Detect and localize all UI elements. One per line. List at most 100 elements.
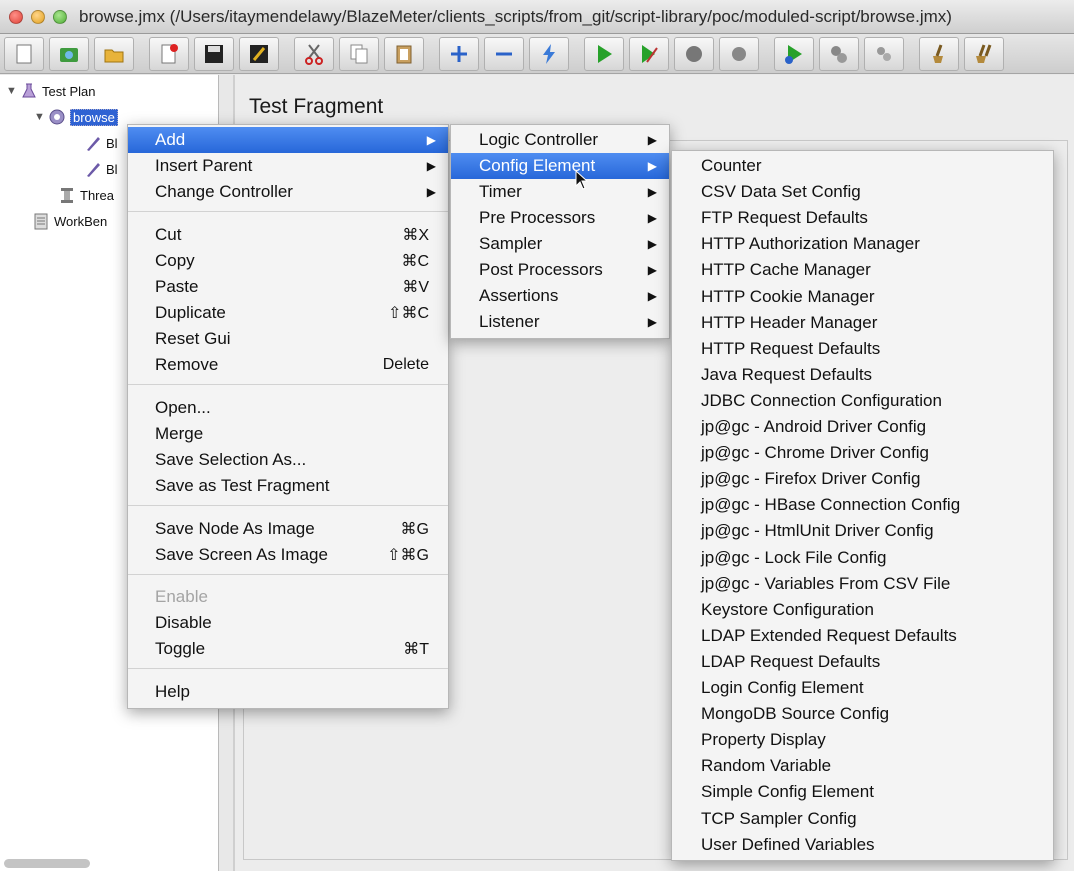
- config-item-user-defined-variables[interactable]: User Defined Variables: [672, 832, 1053, 858]
- menu-item-shortcut: ⌘G: [400, 521, 429, 538]
- remote-start-button[interactable]: [774, 36, 814, 71]
- close-window-button[interactable]: [9, 9, 23, 24]
- open-button[interactable]: [94, 36, 134, 71]
- config-item-csv-data-set-config[interactable]: CSV Data Set Config: [672, 179, 1053, 205]
- menu-item-save-screen-as-image[interactable]: Save Screen As Image ⇧⌘G: [128, 542, 448, 568]
- config-item-jp-gc-hbase-connection-config[interactable]: jp@gc - HBase Connection Config: [672, 492, 1053, 518]
- submenu-item-listener[interactable]: Listener ▶: [451, 309, 669, 335]
- menu-item-copy[interactable]: Copy ⌘C: [128, 248, 448, 274]
- templates-button[interactable]: [49, 36, 89, 71]
- config-item-tcp-sampler-config[interactable]: TCP Sampler Config: [672, 806, 1053, 832]
- submenu-item-pre-processors[interactable]: Pre Processors ▶: [451, 205, 669, 231]
- config-item-random-variable[interactable]: Random Variable: [672, 753, 1053, 779]
- submenu-item-config-element[interactable]: Config Element ▶: [451, 153, 669, 179]
- menu-item-remove[interactable]: Remove Delete: [128, 352, 448, 378]
- config-item-ldap-request-defaults[interactable]: LDAP Request Defaults: [672, 649, 1053, 675]
- submenu-item-logic-controller[interactable]: Logic Controller ▶: [451, 127, 669, 153]
- expand-arrow-icon[interactable]: ▼: [34, 111, 48, 123]
- tree-node-test-plan[interactable]: ▼ Test Plan: [6, 81, 95, 101]
- config-item-ldap-extended-request-defaults[interactable]: LDAP Extended Request Defaults: [672, 623, 1053, 649]
- submenu-arrow-icon: ▶: [647, 185, 657, 199]
- submenu-item-assertions[interactable]: Assertions ▶: [451, 283, 669, 309]
- add-submenu: Logic Controller ▶ Config Element ▶ Timer ▶ Pr…: [450, 124, 670, 339]
- menu-item-enable: Enable: [128, 584, 448, 610]
- menu-item-disable[interactable]: Disable: [128, 610, 448, 636]
- stop-button[interactable]: [674, 36, 714, 71]
- toggle-button[interactable]: [529, 36, 569, 71]
- menu-item-add[interactable]: Add ▶: [128, 127, 448, 153]
- config-item-http-header-manager[interactable]: HTTP Header Manager: [672, 310, 1053, 336]
- menu-item-save-selection-as[interactable]: Save Selection As...: [128, 447, 448, 473]
- close-button[interactable]: [149, 36, 189, 71]
- remote-shutdown-button[interactable]: [864, 36, 904, 71]
- menu-separator: [128, 505, 448, 506]
- config-item-login-config-element[interactable]: Login Config Element: [672, 675, 1053, 701]
- start-no-pause-button[interactable]: [629, 36, 669, 71]
- menu-item-label: jp@gc - Variables From CSV File: [701, 573, 951, 593]
- save-as-button[interactable]: [239, 36, 279, 71]
- menu-item-open[interactable]: Open...: [128, 395, 448, 421]
- menu-item-label: jp@gc - Android Driver Config: [701, 417, 927, 436]
- menu-item-insert-parent[interactable]: Insert Parent ▶: [128, 153, 448, 179]
- menu-item-reset-gui[interactable]: Reset Gui: [128, 326, 448, 352]
- menu-item-change-controller[interactable]: Change Controller ▶: [128, 179, 448, 205]
- tree-node-child-2[interactable]: Bl: [84, 159, 118, 179]
- config-item-jp-gc-firefox-driver-config[interactable]: jp@gc - Firefox Driver Config: [672, 466, 1053, 492]
- config-item-jdbc-connection-configuration[interactable]: JDBC Connection Configuration: [672, 388, 1053, 414]
- menu-item-toggle[interactable]: Toggle ⌘T: [128, 636, 448, 662]
- shutdown-button[interactable]: [719, 36, 759, 71]
- start-button[interactable]: [584, 36, 624, 71]
- menu-item-label: Save Screen As Image: [155, 545, 328, 564]
- config-item-counter[interactable]: Counter: [672, 153, 1053, 179]
- toggle-icon: [543, 43, 555, 64]
- collapse-button[interactable]: [484, 36, 524, 71]
- remote-stop-button[interactable]: [819, 36, 859, 71]
- menu-item-label: Disable: [155, 613, 212, 632]
- config-item-jp-gc-variables-from-csv-file[interactable]: jp@gc - Variables From CSV File: [672, 571, 1053, 597]
- menu-item-merge[interactable]: Merge: [128, 421, 448, 447]
- paste-button[interactable]: [384, 36, 424, 71]
- clear-button[interactable]: [919, 36, 959, 71]
- config-item-ftp-request-defaults[interactable]: FTP Request Defaults: [672, 205, 1053, 231]
- submenu-item-sampler[interactable]: Sampler ▶: [451, 231, 669, 257]
- cut-button[interactable]: [294, 36, 334, 71]
- zoom-window-button[interactable]: [53, 9, 67, 24]
- menu-item-cut[interactable]: Cut ⌘X: [128, 222, 448, 248]
- horizontal-scrollbar[interactable]: [4, 859, 90, 868]
- expand-icon: [451, 45, 467, 62]
- config-item-jp-gc-android-driver-config[interactable]: jp@gc - Android Driver Config: [672, 414, 1053, 440]
- menu-item-label: HTTP Cookie Manager: [701, 286, 875, 306]
- clear-all-button[interactable]: [964, 36, 1004, 71]
- config-item-jp-gc-chrome-driver-config[interactable]: jp@gc - Chrome Driver Config: [672, 440, 1053, 466]
- config-item-simple-config-element[interactable]: Simple Config Element: [672, 779, 1053, 805]
- config-item-keystore-configuration[interactable]: Keystore Configuration: [672, 597, 1053, 623]
- copy-button[interactable]: [339, 36, 379, 71]
- expand-arrow-icon[interactable]: ▼: [6, 85, 20, 97]
- tree-node-workbench[interactable]: WorkBen: [32, 211, 107, 231]
- config-item-jp-gc-htmlunit-driver-config[interactable]: jp@gc - HtmlUnit Driver Config: [672, 518, 1053, 544]
- new-button[interactable]: [4, 36, 44, 71]
- config-item-property-display[interactable]: Property Display: [672, 727, 1053, 753]
- tree-node-child-1[interactable]: Bl: [84, 133, 118, 153]
- menu-item-label: JDBC Connection Configuration: [701, 390, 942, 410]
- tree-node-thread-group[interactable]: Threa: [58, 185, 114, 205]
- minimize-window-button[interactable]: [31, 9, 45, 24]
- config-item-http-authorization-manager[interactable]: HTTP Authorization Manager: [672, 231, 1053, 257]
- config-item-http-cache-manager[interactable]: HTTP Cache Manager: [672, 257, 1053, 283]
- menu-item-paste[interactable]: Paste ⌘V: [128, 274, 448, 300]
- config-item-jp-gc-lock-file-config[interactable]: jp@gc - Lock File Config: [672, 545, 1053, 571]
- config-item-mongodb-source-config[interactable]: MongoDB Source Config: [672, 701, 1053, 727]
- config-item-http-request-defaults[interactable]: HTTP Request Defaults: [672, 336, 1053, 362]
- menu-item-save-as-test-fragment[interactable]: Save as Test Fragment: [128, 473, 448, 499]
- menu-item-save-node-as-image[interactable]: Save Node As Image ⌘G: [128, 516, 448, 542]
- submenu-item-timer[interactable]: Timer ▶: [451, 179, 669, 205]
- menu-item-label: CSV Data Set Config: [701, 182, 861, 202]
- expand-button[interactable]: [439, 36, 479, 71]
- save-button[interactable]: [194, 36, 234, 71]
- config-item-java-request-defaults[interactable]: Java Request Defaults: [672, 362, 1053, 388]
- config-item-http-cookie-manager[interactable]: HTTP Cookie Manager: [672, 284, 1053, 310]
- tree-node-browse[interactable]: ▼ browse: [34, 107, 118, 127]
- menu-item-help[interactable]: Help: [128, 679, 448, 705]
- submenu-item-post-processors[interactable]: Post Processors ▶: [451, 257, 669, 283]
- menu-item-duplicate[interactable]: Duplicate ⇧⌘C: [128, 300, 448, 326]
